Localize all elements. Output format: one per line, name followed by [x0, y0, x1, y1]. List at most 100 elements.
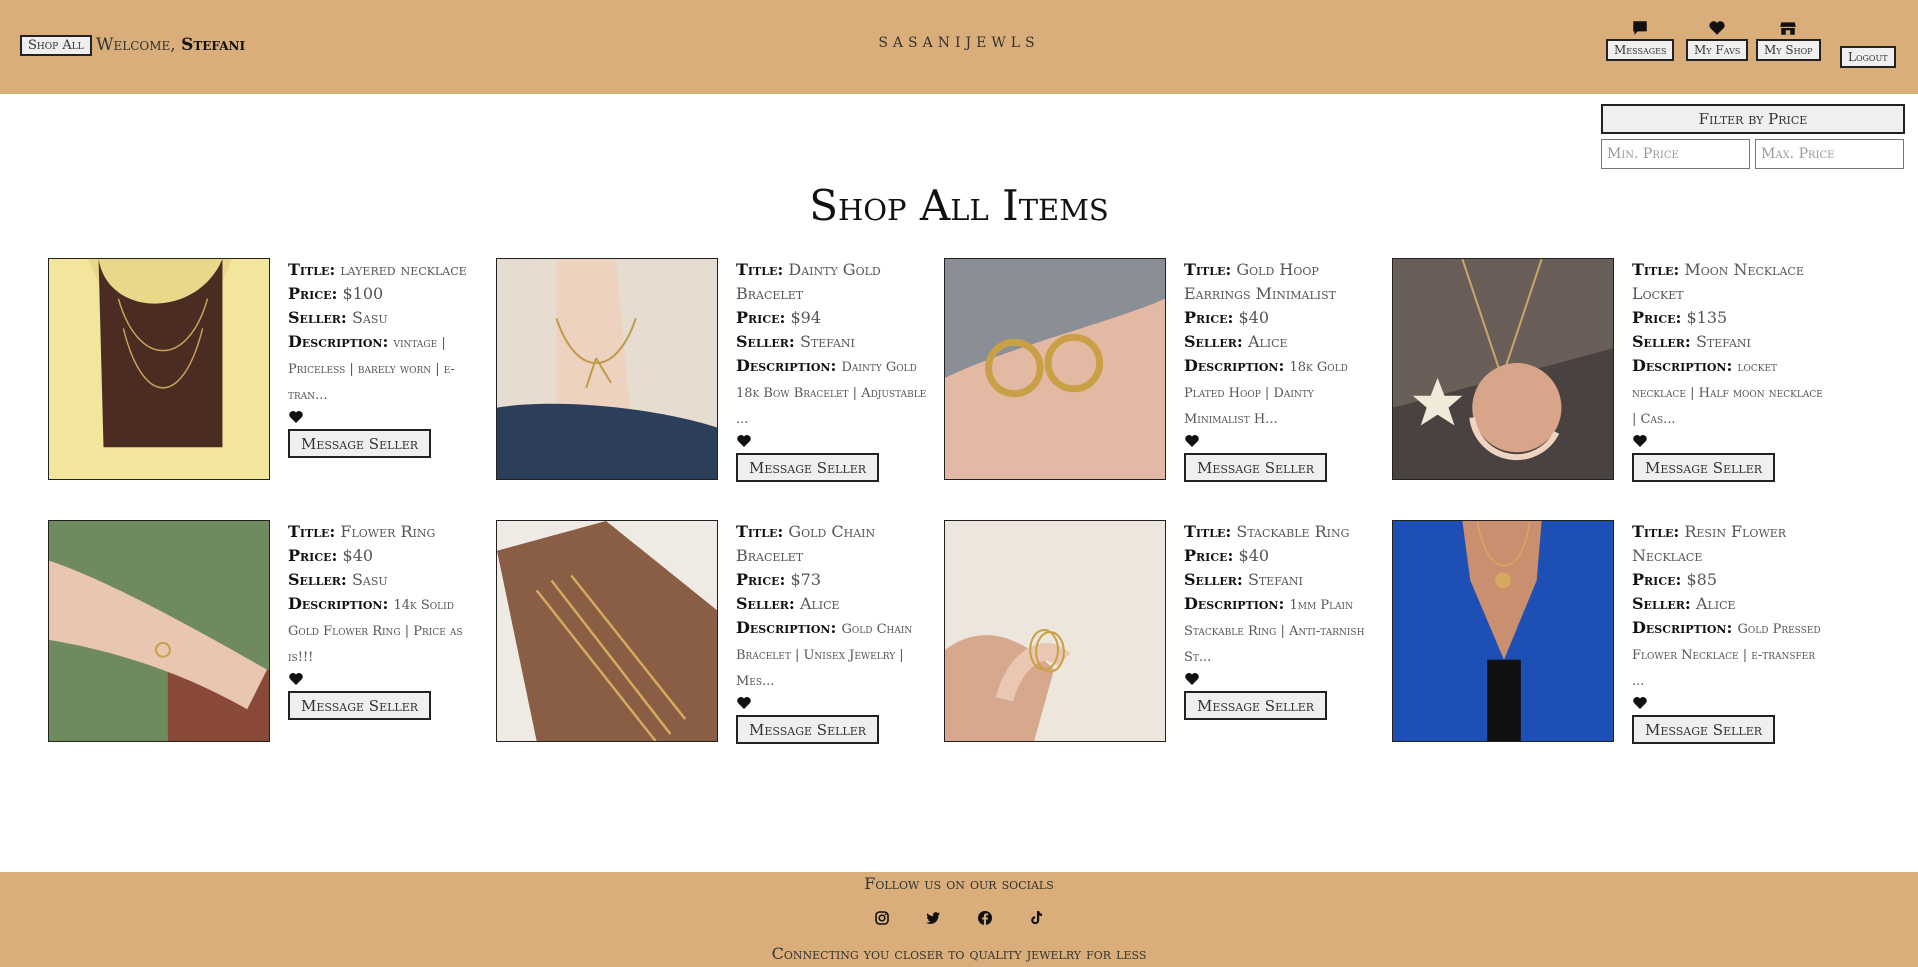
- product-image[interactable]: [944, 520, 1166, 742]
- product-title: Title: Dainty Gold Bracelet: [736, 258, 928, 306]
- title-value: Stackable Ring: [1236, 522, 1350, 541]
- filter-by-price-button[interactable]: Filter by Price: [1601, 104, 1905, 134]
- description-label: Description:: [288, 594, 389, 613]
- product-seller: Seller: Alice: [1184, 330, 1376, 354]
- price-label: Price:: [1632, 570, 1682, 589]
- message-seller-button[interactable]: Message Seller: [288, 691, 432, 720]
- seller-value: Stefani: [1695, 332, 1751, 351]
- price-value: $85: [1686, 570, 1718, 589]
- seller-label: Seller:: [1632, 332, 1691, 351]
- instagram-icon[interactable]: [873, 910, 891, 928]
- logout-button[interactable]: Logout: [1840, 46, 1896, 68]
- product-info: Title: Gold Chain Bracelet Price: $73 Se…: [736, 520, 928, 744]
- product-seller: Seller: Alice: [1632, 592, 1824, 616]
- message-seller-button[interactable]: Message Seller: [288, 429, 432, 458]
- message-seller-button[interactable]: Message Seller: [736, 453, 880, 482]
- price-value: $73: [790, 570, 822, 589]
- my-shop-button[interactable]: My Shop: [1756, 39, 1821, 61]
- product-title: Title: Moon Necklace Locket: [1632, 258, 1824, 306]
- price-label: Price:: [288, 284, 338, 303]
- description-label: Description:: [736, 618, 837, 637]
- messages-button[interactable]: Messages: [1606, 39, 1675, 61]
- max-price-input[interactable]: [1755, 139, 1904, 169]
- product-info: Title: layered necklace Price: $100 Sell…: [288, 258, 480, 458]
- title-label: Title:: [736, 260, 784, 279]
- message-seller-button[interactable]: Message Seller: [1632, 453, 1776, 482]
- price-label: Price:: [1184, 546, 1234, 565]
- product-image[interactable]: [48, 258, 270, 480]
- product-seller: Seller: Sasu: [288, 306, 480, 330]
- footer: Follow us on our socials Connecting you …: [0, 872, 1918, 967]
- product-title: Title: Stackable Ring: [1184, 520, 1376, 544]
- favorite-heart-icon[interactable]: [1184, 671, 1200, 687]
- seller-value: Alice: [1695, 594, 1736, 613]
- product-seller: Seller: Sasu: [288, 568, 480, 592]
- favorite-heart-icon[interactable]: [1184, 433, 1200, 449]
- seller-label: Seller:: [288, 570, 347, 589]
- nav-shop[interactable]: My Shop: [1756, 19, 1821, 61]
- product-image[interactable]: [48, 520, 270, 742]
- chat-bubble-icon: [1633, 21, 1647, 35]
- title-label: Title:: [1632, 522, 1680, 541]
- seller-value: Sasu: [351, 308, 388, 327]
- description-label: Description:: [1184, 594, 1285, 613]
- product-card: Title: Stackable Ring Price: $40 Seller:…: [944, 520, 1384, 746]
- product-image[interactable]: [944, 258, 1166, 480]
- product-price: Price: $73: [736, 568, 928, 592]
- product-card: Title: Flower Ring Price: $40 Seller: Sa…: [48, 520, 488, 746]
- product-price: Price: $40: [288, 544, 480, 568]
- message-seller-button[interactable]: Message Seller: [1184, 691, 1328, 720]
- product-image[interactable]: [496, 520, 718, 742]
- favorite-heart-icon[interactable]: [736, 433, 752, 449]
- message-seller-button[interactable]: Message Seller: [1184, 453, 1328, 482]
- favorite-heart-icon[interactable]: [1632, 695, 1648, 711]
- product-title: Title: layered necklace: [288, 258, 480, 282]
- product-description: Description: Gold Chain Bracelet | Unise…: [736, 616, 928, 694]
- product-image[interactable]: [496, 258, 718, 480]
- seller-value: Stefani: [799, 332, 855, 351]
- product-image[interactable]: [1392, 520, 1614, 742]
- nav-favs[interactable]: My Favs: [1686, 19, 1749, 61]
- product-description: Description: 1mm Plain Stackable Ring | …: [1184, 592, 1376, 670]
- social-links: [0, 908, 1918, 928]
- favorite-heart-icon[interactable]: [1632, 433, 1648, 449]
- product-info: Title: Flower Ring Price: $40 Seller: Sa…: [288, 520, 480, 720]
- tiktok-icon[interactable]: [1027, 910, 1045, 928]
- product-photo: [49, 521, 269, 741]
- product-card: Title: layered necklace Price: $100 Sell…: [48, 258, 488, 484]
- favorite-heart-icon[interactable]: [736, 695, 752, 711]
- favorite-heart-icon[interactable]: [288, 671, 304, 687]
- product-title: Title: Resin Flower Necklace: [1632, 520, 1824, 568]
- price-label: Price:: [1632, 308, 1682, 327]
- product-title: Title: Flower Ring: [288, 520, 480, 544]
- price-value: $135: [1686, 308, 1728, 327]
- tagline: Connecting you closer to quality jewelry…: [771, 944, 1147, 963]
- price-label: Price:: [736, 308, 786, 327]
- min-price-input[interactable]: [1601, 139, 1750, 169]
- product-image[interactable]: [1392, 258, 1614, 480]
- facebook-icon[interactable]: [976, 910, 994, 928]
- description-label: Description:: [1632, 618, 1733, 637]
- title-label: Title:: [1184, 522, 1232, 541]
- favorite-heart-icon[interactable]: [288, 409, 304, 425]
- product-card: Title: Gold Chain Bracelet Price: $73 Se…: [496, 520, 936, 746]
- my-favs-button[interactable]: My Favs: [1686, 39, 1749, 61]
- message-seller-button[interactable]: Message Seller: [736, 715, 880, 744]
- product-info: Title: Dainty Gold Bracelet Price: $94 S…: [736, 258, 928, 482]
- product-photo: [1393, 521, 1613, 741]
- product-photo: [497, 521, 717, 741]
- product-description: Description: 18k Gold Plated Hoop | Dain…: [1184, 354, 1376, 432]
- product-info: Title: Stackable Ring Price: $40 Seller:…: [1184, 520, 1376, 720]
- page-title: Shop All Items: [809, 181, 1109, 230]
- product-description: Description: Dainty Gold 18k Bow Bracele…: [736, 354, 928, 432]
- product-photo: [49, 259, 269, 479]
- product-price: Price: $135: [1632, 306, 1824, 330]
- nav-messages[interactable]: Messages: [1606, 19, 1675, 61]
- message-seller-button[interactable]: Message Seller: [1632, 715, 1776, 744]
- product-info: Title: Moon Necklace Locket Price: $135 …: [1632, 258, 1824, 482]
- price-label: Price:: [288, 546, 338, 565]
- twitter-icon[interactable]: [924, 910, 942, 928]
- heart-icon: [1709, 21, 1725, 35]
- product-description: Description: 14k Solid Gold Flower Ring …: [288, 592, 480, 670]
- product-photo: [945, 521, 1165, 741]
